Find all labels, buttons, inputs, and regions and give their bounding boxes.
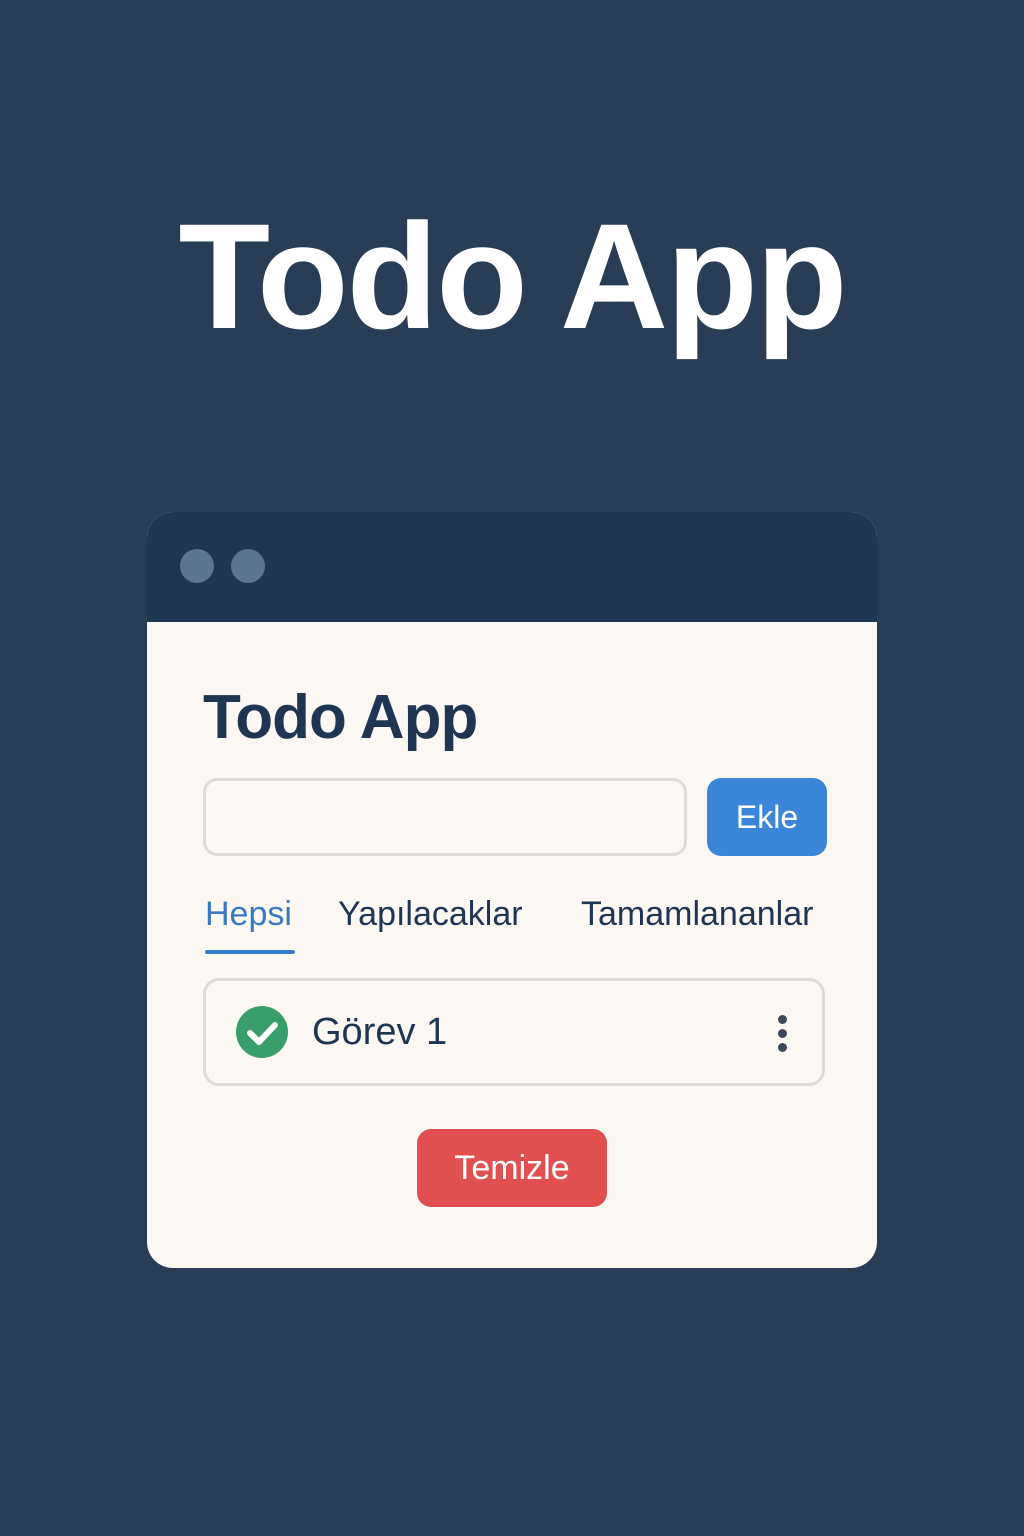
app-heading: Todo App <box>203 683 478 752</box>
todo-item: Görev 1 <box>203 978 825 1086</box>
active-tab-indicator <box>205 950 295 954</box>
tab-all[interactable]: Hepsi <box>205 892 292 936</box>
more-options-icon[interactable] <box>772 1015 794 1053</box>
check-circle-icon[interactable] <box>236 1006 288 1058</box>
app-window: Todo App Ekle Hepsi Yapılacaklar Tamamla… <box>147 512 877 1268</box>
hero-title: Todo App <box>178 192 847 360</box>
todo-item-text: Görev 1 <box>312 1011 448 1053</box>
add-button[interactable]: Ekle <box>707 778 827 856</box>
tab-completed[interactable]: Tamamlananlar <box>581 892 813 936</box>
clear-button[interactable]: Temizle <box>417 1129 607 1207</box>
tab-todo[interactable]: Yapılacaklar <box>338 892 523 936</box>
new-task-input[interactable] <box>203 778 687 856</box>
window-dot-icon[interactable] <box>180 549 214 583</box>
window-dot-icon[interactable] <box>231 549 265 583</box>
window-titlebar <box>147 512 877 622</box>
